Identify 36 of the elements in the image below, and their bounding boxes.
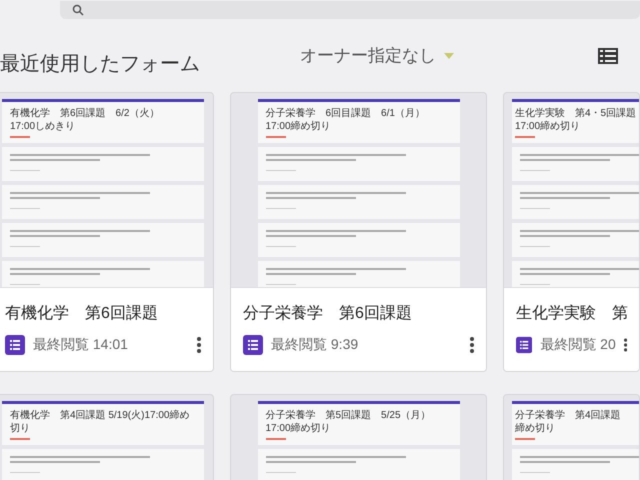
last-opened-time: 最終閲覧 20 [540, 335, 616, 354]
form-name: 分子栄養学 第6回課題 [243, 304, 413, 324]
form-preview-title: 分子栄養学 第4回課題 締め切り [515, 409, 622, 435]
more-options-icon[interactable] [197, 336, 201, 352]
search-icon [72, 4, 84, 16]
form-card[interactable]: 生化学実験 第4・5回課題 17:00締め切り 生化学実験 第 最終閲覧 20 [503, 92, 640, 372]
more-options-icon[interactable] [624, 336, 627, 352]
form-preview-title: 分子栄養学 第5回課題 5/25（月） 17:00締め切り [266, 409, 432, 435]
required-mark-line [515, 438, 535, 440]
form-card[interactable]: 分子栄養学 第4回課題 締め切り [503, 394, 640, 480]
form-card[interactable]: 分子栄養学 第5回課題 5/25（月） 17:00締め切り [230, 394, 487, 480]
form-preview-title: 有機化学 第6回課題 6/2（火） 17:00しめきり [10, 107, 160, 133]
form-card[interactable]: 有機化学 第6回課題 6/2（火） 17:00しめきり 有機化学 第6回課題 最終閲覧 14:01 [0, 92, 214, 372]
required-mark-line [10, 136, 30, 138]
list-view-icon[interactable] [598, 48, 618, 64]
form-icon [5, 334, 25, 354]
dropdown-caret-icon [444, 53, 454, 59]
search-field[interactable] [60, 1, 640, 19]
form-name: 有機化学 第6回課題 [5, 304, 159, 324]
form-icon [516, 334, 532, 354]
form-preview-title: 有機化学 第4回課題 5/19(火)17:00締め 切り [10, 409, 190, 435]
required-mark-line [266, 136, 286, 138]
form-preview-title: 分子栄養学 6回目課題 6/1（月） 17:00締め切り [266, 107, 426, 133]
form-icon [243, 334, 263, 354]
section-title: 最近使用したフォーム [0, 52, 201, 77]
form-card[interactable]: 有機化学 第4回課題 5/19(火)17:00締め 切り [0, 394, 214, 480]
more-options-icon[interactable] [470, 336, 474, 352]
form-card[interactable]: 分子栄養学 6回目課題 6/1（月） 17:00締め切り 分子栄養学 第6回課題 最終閲覧 9:39 [230, 92, 487, 372]
form-name: 生化学実験 第 [516, 304, 627, 324]
owner-filter-dropdown[interactable]: オーナー指定なし [300, 43, 454, 69]
last-opened-time: 最終閲覧 14:01 [33, 335, 129, 354]
required-mark-line [515, 136, 535, 138]
form-preview-title: 生化学実験 第4・5回課題 17:00締め切り [515, 107, 638, 133]
last-opened-time: 最終閲覧 9:39 [271, 335, 360, 354]
required-mark-line [266, 438, 286, 440]
required-mark-line [10, 438, 30, 440]
